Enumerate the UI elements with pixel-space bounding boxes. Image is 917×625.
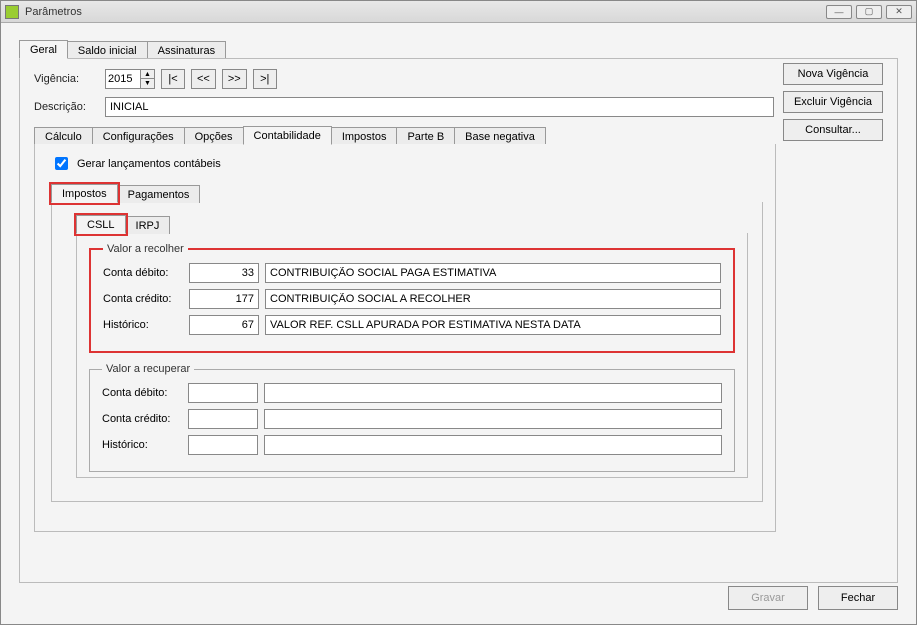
impostos-panel: CSLL IRPJ Valor a recolher Conta débito:: [51, 202, 763, 502]
recuperar-historico-row: Histórico:: [102, 435, 722, 455]
minimize-button[interactable]: —: [826, 5, 852, 19]
geral-panel: Nova Vigência Excluir Vigência Consultar…: [19, 58, 898, 583]
nova-vigencia-button[interactable]: Nova Vigência: [783, 63, 883, 85]
nav-next-button[interactable]: >>: [222, 69, 247, 89]
tab-assinaturas[interactable]: Assinaturas: [147, 41, 226, 59]
tab-irpj[interactable]: IRPJ: [125, 216, 171, 234]
tab-configuracoes[interactable]: Configurações: [92, 127, 185, 145]
nav-first-button[interactable]: |<: [161, 69, 185, 89]
recuperar-credito-row: Conta crédito:: [102, 409, 722, 429]
recuperar-historico-label: Histórico:: [102, 439, 182, 451]
app-icon: [5, 5, 19, 19]
recolher-historico-label: Histórico:: [103, 319, 183, 331]
recuperar-debito-desc[interactable]: [264, 383, 722, 403]
recolher-credito-label: Conta crédito:: [103, 293, 183, 305]
recuperar-historico-code[interactable]: [188, 435, 258, 455]
sub2-wrap: Impostos Pagamentos CSLL IRPJ: [51, 183, 763, 502]
recuperar-debito-code[interactable]: [188, 383, 258, 403]
gerar-lancamentos-label: Gerar lançamentos contábeis: [77, 158, 221, 170]
descricao-label: Descrição:: [34, 101, 99, 113]
recolher-credito-desc[interactable]: [265, 289, 721, 309]
recolher-historico-desc[interactable]: [265, 315, 721, 335]
contabilidade-panel: Gerar lançamentos contábeis Impostos Pag…: [34, 144, 776, 532]
main-tabstrip: Geral Saldo inicial Assinaturas: [19, 39, 898, 58]
recolher-debito-label: Conta débito:: [103, 267, 183, 279]
recolher-debito-desc[interactable]: [265, 263, 721, 283]
vigencia-row: Vigência: ▲ ▼ |< << >> >|: [34, 69, 754, 89]
window-title: Parâmetros: [25, 6, 826, 18]
recuperar-debito-row: Conta débito:: [102, 383, 722, 403]
recuperar-historico-desc[interactable]: [264, 435, 722, 455]
sub-tabstrip: Cálculo Configurações Opções Contabilida…: [34, 125, 776, 144]
tab-pagamentos[interactable]: Pagamentos: [117, 185, 201, 203]
tab-csll[interactable]: CSLL: [76, 215, 126, 234]
recuperar-credito-label: Conta crédito:: [102, 413, 182, 425]
year-up-button[interactable]: ▲: [140, 70, 154, 79]
gravar-button[interactable]: Gravar: [728, 586, 808, 610]
nav-prev-button[interactable]: <<: [191, 69, 216, 89]
recuperar-credito-desc[interactable]: [264, 409, 722, 429]
gerar-lancamentos-checkbox[interactable]: [55, 157, 68, 170]
recolher-credito-code[interactable]: [189, 289, 259, 309]
gerar-lancamentos-row: Gerar lançamentos contábeis: [51, 154, 763, 173]
tab-impostos-inner[interactable]: Impostos: [51, 184, 118, 203]
sub3-wrap: CSLL IRPJ Valor a recolher Conta débito:: [76, 214, 748, 478]
tab-contabilidade[interactable]: Contabilidade: [243, 126, 332, 145]
consultar-button[interactable]: Consultar...: [783, 119, 883, 141]
side-buttons: Nova Vigência Excluir Vigência Consultar…: [783, 63, 883, 141]
recolher-historico-row: Histórico:: [103, 315, 721, 335]
maximize-button[interactable]: ▢: [856, 5, 882, 19]
window-buttons: — ▢ ✕: [826, 5, 912, 19]
tab-geral[interactable]: Geral: [19, 40, 68, 59]
titlebar: Parâmetros — ▢ ✕: [1, 1, 916, 23]
year-down-button[interactable]: ▼: [140, 79, 154, 88]
client-area: Geral Saldo inicial Assinaturas Nova Vig…: [1, 23, 916, 624]
csll-panel: Valor a recolher Conta débito: Conta cré…: [76, 233, 748, 478]
recuperar-credito-code[interactable]: [188, 409, 258, 429]
valor-recuperar-group: Valor a recuperar Conta débito: Conta cr…: [89, 363, 735, 472]
bottom-buttons: Gravar Fechar: [728, 586, 898, 610]
recolher-historico-code[interactable]: [189, 315, 259, 335]
vigencia-label: Vigência:: [34, 73, 99, 85]
fechar-button[interactable]: Fechar: [818, 586, 898, 610]
valor-recuperar-legend: Valor a recuperar: [102, 363, 194, 375]
nav-last-button[interactable]: >|: [253, 69, 277, 89]
recolher-debito-row: Conta débito:: [103, 263, 721, 283]
tab-calculo[interactable]: Cálculo: [34, 127, 93, 145]
tab-opcoes[interactable]: Opções: [184, 127, 244, 145]
vigencia-year-input[interactable]: [106, 70, 140, 88]
sub3-tabstrip: CSLL IRPJ: [76, 214, 748, 233]
recolher-debito-code[interactable]: [189, 263, 259, 283]
tab-impostos-outer[interactable]: Impostos: [331, 127, 398, 145]
recuperar-debito-label: Conta débito:: [102, 387, 182, 399]
valor-recolher-legend: Valor a recolher: [103, 243, 188, 255]
tab-saldo-inicial[interactable]: Saldo inicial: [67, 41, 148, 59]
tab-parte-b[interactable]: Parte B: [396, 127, 455, 145]
valor-recolher-group: Valor a recolher Conta débito: Conta cré…: [89, 243, 735, 353]
tab-base-negativa[interactable]: Base negativa: [454, 127, 546, 145]
descricao-row: Descrição:: [34, 97, 774, 117]
close-button[interactable]: ✕: [886, 5, 912, 19]
parametros-window: Parâmetros — ▢ ✕ Geral Saldo inicial Ass…: [0, 0, 917, 625]
vigencia-year-spinner[interactable]: ▲ ▼: [105, 69, 155, 89]
excluir-vigencia-button[interactable]: Excluir Vigência: [783, 91, 883, 113]
sub2-tabstrip: Impostos Pagamentos: [51, 183, 763, 202]
descricao-input[interactable]: [105, 97, 774, 117]
recolher-credito-row: Conta crédito:: [103, 289, 721, 309]
sub-tabs-area: Cálculo Configurações Opções Contabilida…: [34, 125, 776, 532]
